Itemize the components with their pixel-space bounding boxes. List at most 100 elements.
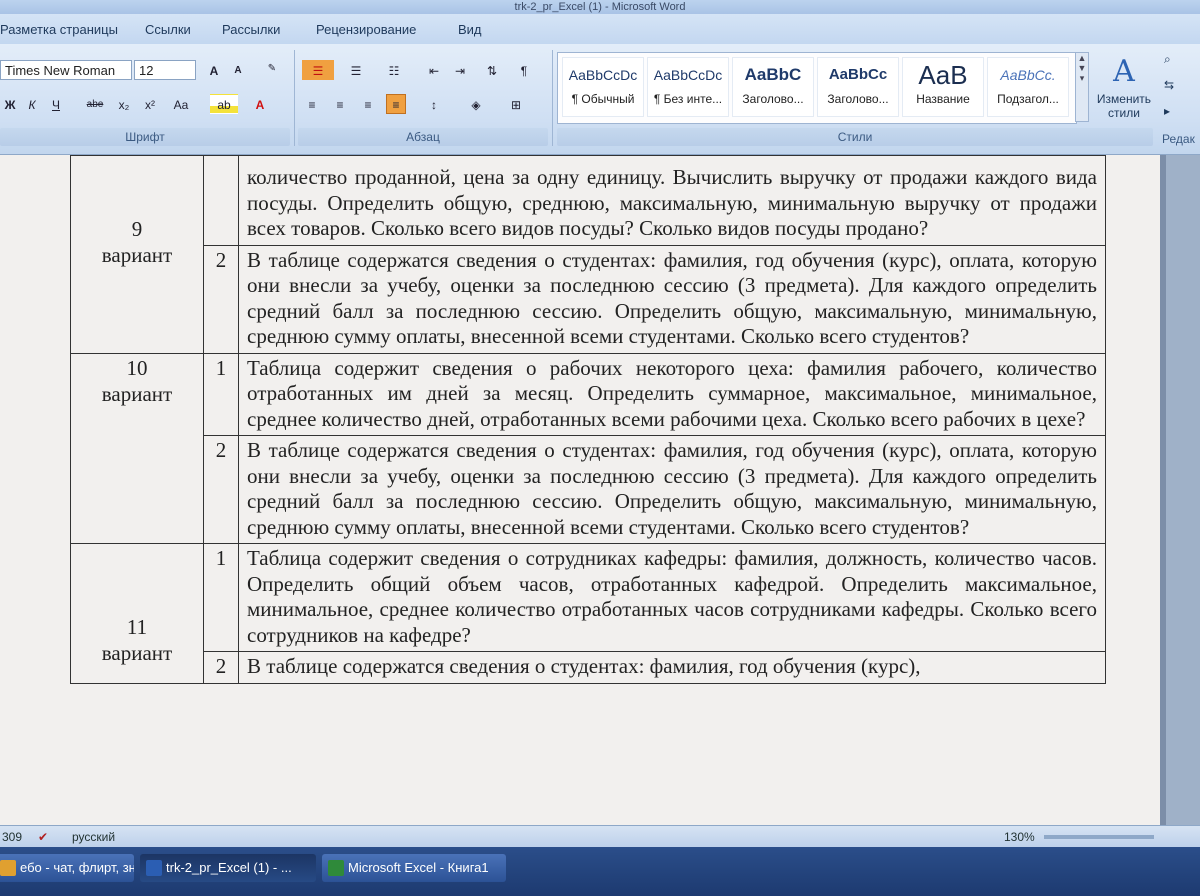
tab-references[interactable]: Ссылки	[145, 22, 191, 37]
align-center-icon[interactable]: ≡	[330, 94, 350, 114]
superscript-button[interactable]: x²	[140, 94, 160, 114]
shading-icon[interactable]: ◈	[460, 94, 492, 114]
increase-indent-icon[interactable]: ⇥	[450, 60, 470, 80]
styles-group-label: Стили	[557, 128, 1153, 146]
style-heading-2[interactable]: AaBbCc Заголово...	[817, 57, 899, 117]
excel-icon	[328, 860, 344, 876]
subscript-button[interactable]: x₂	[114, 94, 134, 114]
task-number: 1	[203, 352, 239, 436]
taskbar-item-word[interactable]: trk-2_pr_Excel (1) - ...	[140, 854, 316, 882]
task-text[interactable]: Таблица содержит сведения о сотрудниках …	[238, 543, 1106, 652]
language-indicator[interactable]: русский	[72, 830, 115, 844]
font-size-combo[interactable]: 12	[134, 60, 196, 80]
line-spacing-icon[interactable]: ↕	[418, 94, 450, 114]
variant-cell: 10 вариант	[70, 352, 204, 544]
italic-button[interactable]: К	[22, 94, 42, 114]
word-count[interactable]: 309	[2, 830, 22, 844]
divider	[552, 50, 553, 146]
task-number: 1	[203, 543, 239, 652]
style-sample: AaBbCc	[828, 66, 888, 83]
style-subtitle[interactable]: AaBbCc. Подзагол...	[987, 57, 1069, 117]
change-styles-icon: A	[1113, 54, 1135, 89]
task-text[interactable]: В таблице содержатся сведения о студента…	[238, 244, 1106, 354]
sort-icon[interactable]: ⇅	[482, 60, 502, 80]
style-sample: AaB	[918, 60, 968, 90]
style-title[interactable]: AaB Название	[902, 57, 984, 117]
style-name: Подзагол...	[997, 92, 1059, 106]
ribbon: Times New Roman 12 A A ✎ Ж К Ч abe x₂ x²…	[0, 44, 1200, 155]
numbering-icon[interactable]: ☰	[340, 60, 372, 80]
task-text[interactable]: количество проданной, цена за одну едини…	[238, 155, 1106, 246]
strikethrough-button[interactable]: abe	[80, 94, 110, 114]
editing-group-label: Редак	[1162, 132, 1195, 146]
taskbar: ебо - чат, флирт, зн... trk-2_pr_Excel (…	[0, 847, 1200, 896]
proofing-icon[interactable]: ✔	[38, 830, 48, 844]
tab-review[interactable]: Рецензирование	[316, 22, 416, 37]
taskbar-item-chat[interactable]: ебо - чат, флирт, зн...	[0, 854, 134, 882]
font-group-label: Шрифт	[0, 128, 290, 146]
style-name: Заголово...	[827, 92, 889, 106]
variant-label: 9 вариант	[101, 217, 173, 267]
document-page[interactable]: 9 вариант количество проданной, цена за …	[0, 155, 1160, 825]
taskbar-item-excel[interactable]: Microsoft Excel - Книга1	[322, 854, 506, 882]
style-normal[interactable]: AaBbCcDc ¶ Обычный	[562, 57, 644, 117]
word-icon	[146, 860, 162, 876]
paragraph-group-label: Абзац	[298, 128, 548, 146]
grow-font-button[interactable]: A	[204, 60, 224, 80]
style-sample: AaBbCc.	[1000, 67, 1056, 83]
change-case-button[interactable]: Aa	[168, 94, 194, 114]
find-icon[interactable]: ⌕	[1164, 52, 1171, 67]
task-text[interactable]: В таблице содержатся сведения о студента…	[238, 651, 1106, 684]
borders-icon[interactable]: ⊞	[500, 94, 532, 114]
task-number: 2	[203, 435, 239, 544]
clear-format-icon[interactable]: ✎	[262, 58, 282, 78]
style-sample: AaBbC	[744, 65, 802, 84]
tab-mailings[interactable]: Рассылки	[222, 22, 280, 37]
variant-label: 10 вариант	[101, 355, 173, 406]
task-text[interactable]: В таблице содержатся сведения о студента…	[238, 435, 1106, 544]
zoom-level[interactable]: 130%	[1004, 830, 1035, 844]
bold-button[interactable]: Ж	[0, 94, 20, 114]
pilcrow-icon[interactable]: ¶	[514, 60, 534, 80]
variant-cell: 9 вариант	[70, 155, 204, 354]
style-sample: AaBbCcDc	[568, 67, 638, 83]
align-right-icon[interactable]: ≡	[358, 94, 378, 114]
change-styles-label: Изменить стили	[1096, 92, 1152, 120]
select-icon[interactable]: ▸	[1164, 104, 1170, 118]
styles-gallery: AaBbCcDc ¶ Обычный AaBbCcDc ¶ Без инте..…	[557, 52, 1077, 124]
gallery-scroll[interactable]: ▲ ▼ ▾	[1075, 52, 1089, 122]
editing-group: ⌕ ⇆ ▸ Редак	[1160, 44, 1200, 154]
zoom-slider[interactable]	[1044, 835, 1154, 839]
table-row: 11 вариант 1 Таблица содержит сведения о…	[70, 543, 1106, 684]
table-row: 2 В таблице содержатся сведения о студен…	[71, 651, 1106, 684]
tab-view[interactable]: Вид	[458, 22, 482, 37]
taskbar-label: Microsoft Excel - Книга1	[348, 860, 489, 875]
tab-page-layout[interactable]: Разметка страницы	[0, 22, 118, 37]
align-left-icon[interactable]: ≡	[302, 94, 322, 114]
shrink-font-button[interactable]: A	[228, 60, 248, 80]
ribbon-tabs: Разметка страницы Ссылки Рассылки Реценз…	[0, 14, 1200, 44]
font-color-icon[interactable]: A	[250, 94, 270, 114]
table-row: 2 В таблице содержатся сведения о студен…	[71, 244, 1106, 354]
style-no-spacing[interactable]: AaBbCcDc ¶ Без инте...	[647, 57, 729, 117]
underline-button[interactable]: Ч	[46, 94, 66, 114]
font-name-combo[interactable]: Times New Roman	[0, 60, 132, 80]
browser-icon	[0, 860, 16, 876]
style-name: Заголово...	[742, 92, 804, 106]
task-number: 2	[203, 244, 239, 354]
style-name: ¶ Без инте...	[653, 92, 723, 106]
table-row: 2 В таблице содержатся сведения о студен…	[71, 435, 1106, 544]
taskbar-label: ебо - чат, флирт, зн...	[20, 860, 134, 875]
replace-icon[interactable]: ⇆	[1164, 78, 1174, 92]
style-sample: AaBbCcDc	[653, 67, 723, 83]
highlight-icon[interactable]: ab	[210, 94, 238, 114]
bullets-icon[interactable]: ☰	[302, 60, 334, 80]
style-name: ¶ Обычный	[571, 92, 635, 106]
justify-icon[interactable]: ≡	[386, 94, 406, 114]
style-heading-1[interactable]: AaBbC Заголово...	[732, 57, 814, 117]
change-styles-button[interactable]: A Изменить стили	[1092, 52, 1156, 128]
variant-cell: 11 вариант	[70, 543, 204, 684]
decrease-indent-icon[interactable]: ⇤	[424, 60, 444, 80]
task-text[interactable]: Таблица содержит сведения о рабочих неко…	[238, 352, 1106, 436]
multilevel-list-icon[interactable]: ☷	[378, 60, 410, 80]
